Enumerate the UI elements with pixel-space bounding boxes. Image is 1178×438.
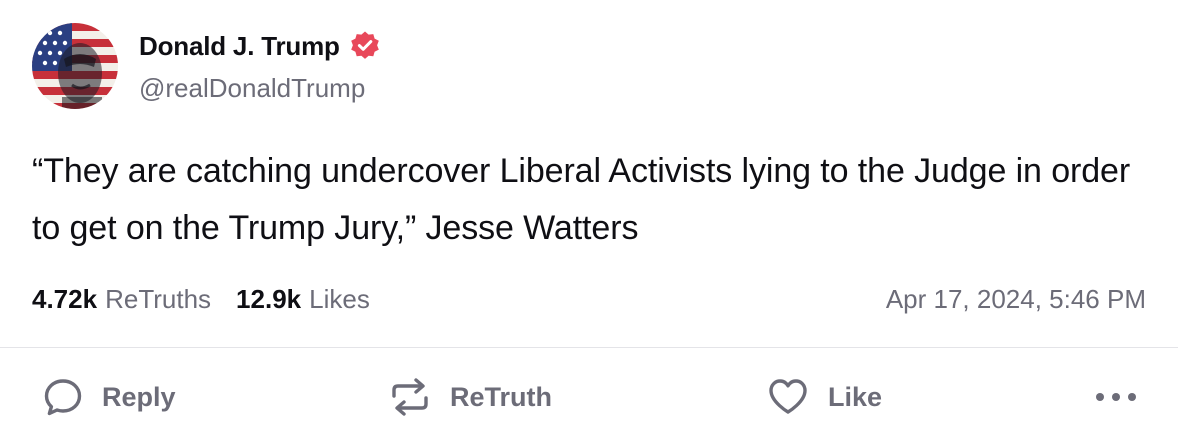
likes-count[interactable]: 12.9k: [236, 284, 301, 315]
like-button[interactable]: Like: [766, 374, 882, 420]
likes-label[interactable]: Likes: [309, 284, 370, 315]
repost-arrows-icon: [388, 376, 432, 418]
reply-button[interactable]: Reply: [42, 374, 176, 420]
post-timestamp[interactable]: Apr 17, 2024, 5:46 PM: [886, 284, 1146, 315]
like-label: Like: [828, 381, 883, 412]
reply-label: Reply: [102, 381, 176, 412]
verified-badge-icon: [349, 30, 381, 62]
retruths-label[interactable]: ReTruths: [105, 284, 211, 315]
speech-bubble-icon: [42, 376, 84, 418]
divider: [0, 347, 1178, 348]
post-card: Donald J. Trump @realDonaldTrump “They a…: [0, 0, 1178, 438]
ellipsis-icon: [1096, 393, 1104, 401]
post-stats: 4.72k ReTruths 12.9k Likes: [32, 284, 370, 315]
ellipsis-icon-dot: [1112, 393, 1120, 401]
retruth-label: ReTruth: [450, 381, 553, 412]
ellipsis-icon-dot: [1128, 393, 1136, 401]
author-display-name[interactable]: Donald J. Trump: [139, 31, 340, 62]
author-handle[interactable]: @realDonaldTrump: [139, 73, 365, 104]
retruth-button[interactable]: ReTruth: [388, 374, 552, 420]
avatar[interactable]: [32, 23, 118, 109]
heart-icon: [766, 376, 810, 418]
author-name-row: Donald J. Trump: [139, 28, 381, 64]
retruths-count[interactable]: 4.72k: [32, 284, 97, 315]
more-options-button[interactable]: [1096, 387, 1136, 407]
post-text: “They are catching undercover Liberal Ac…: [32, 152, 1131, 247]
flag-portrait-avatar-icon: [32, 23, 118, 109]
